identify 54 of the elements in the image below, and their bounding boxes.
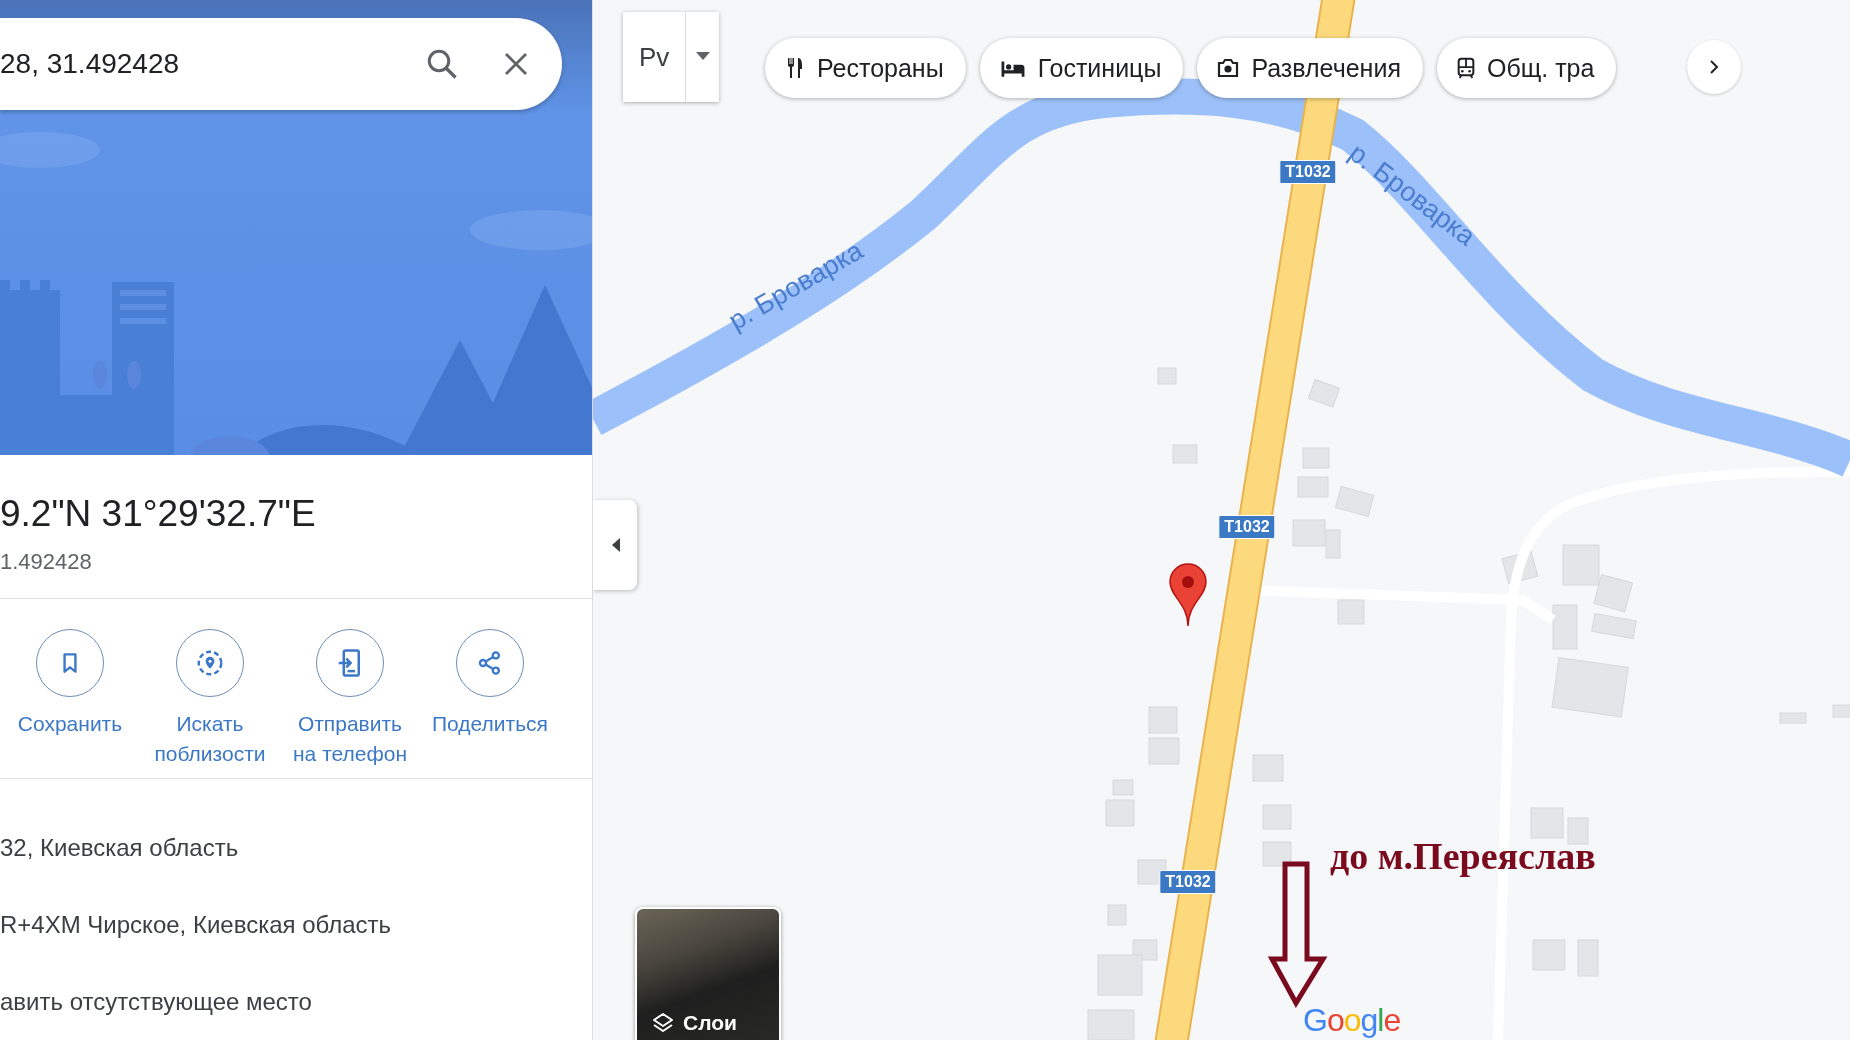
search-input[interactable]: 28, 31.492428 — [0, 48, 414, 80]
caret-left-icon — [610, 538, 620, 552]
building — [1302, 447, 1330, 469]
building — [1172, 444, 1198, 464]
building — [1157, 367, 1177, 385]
map-pin-icon — [1168, 562, 1208, 628]
scroll-right-button[interactable] — [1687, 40, 1741, 94]
road-shield: Т1032 — [1218, 515, 1276, 539]
action-button[interactable]: Отправить на телефон — [280, 629, 420, 778]
detail-text: 32, Киевская область — [0, 832, 240, 863]
place-coordinates: 1.492428 — [0, 549, 93, 575]
category-chip[interactable]: Гостиницы — [979, 38, 1184, 98]
building — [1262, 804, 1292, 830]
detail-text: R+4XM Чирское, Киевская область — [0, 909, 393, 940]
building — [1562, 544, 1600, 586]
building — [1148, 737, 1180, 765]
building — [1107, 904, 1127, 926]
layers-label: Слои — [683, 1011, 737, 1035]
category-chip[interactable]: Рестораны — [765, 38, 966, 98]
building — [1087, 1009, 1135, 1040]
building — [1297, 476, 1329, 498]
road-shield: Т1032 — [1159, 870, 1217, 894]
category-chip[interactable]: Общ. тра — [1436, 38, 1617, 98]
building — [1337, 599, 1365, 625]
building — [1137, 859, 1167, 885]
place-title: 9.2"N 31°29'32.7"E — [0, 493, 317, 535]
building — [1832, 704, 1850, 718]
collapse-panel-button[interactable] — [593, 500, 637, 590]
building — [1262, 841, 1292, 867]
building — [1252, 754, 1284, 782]
road-shield: Т1032 — [1279, 160, 1337, 184]
building — [1148, 706, 1178, 734]
dropdown-button[interactable] — [685, 12, 720, 102]
google-logo: Google — [1303, 1002, 1401, 1039]
building — [1105, 799, 1135, 827]
building — [1577, 939, 1599, 977]
caret-icon — [695, 52, 710, 62]
building — [1532, 939, 1566, 971]
building — [1779, 712, 1807, 724]
layers-icon — [651, 1011, 675, 1035]
annotation-text: до м.Переяслав — [1330, 834, 1596, 878]
building — [1112, 779, 1134, 796]
category-chip[interactable]: Развлечения — [1197, 38, 1423, 98]
detail-text: авить отсутствующее место — [0, 986, 313, 1017]
action-button[interactable]: Искать поблизости — [140, 629, 280, 778]
layers-button[interactable]: Слои — [635, 907, 781, 1040]
building — [1567, 817, 1589, 845]
search-bar[interactable]: 28, 31.492428 — [0, 18, 562, 110]
building — [1552, 604, 1578, 650]
building — [1530, 807, 1564, 839]
action-button[interactable]: Поделиться — [420, 629, 560, 778]
language-selector[interactable]: Рv — [623, 12, 720, 102]
language-button[interactable]: Рv — [623, 12, 686, 102]
action-button[interactable]: Сохранить — [0, 629, 140, 778]
